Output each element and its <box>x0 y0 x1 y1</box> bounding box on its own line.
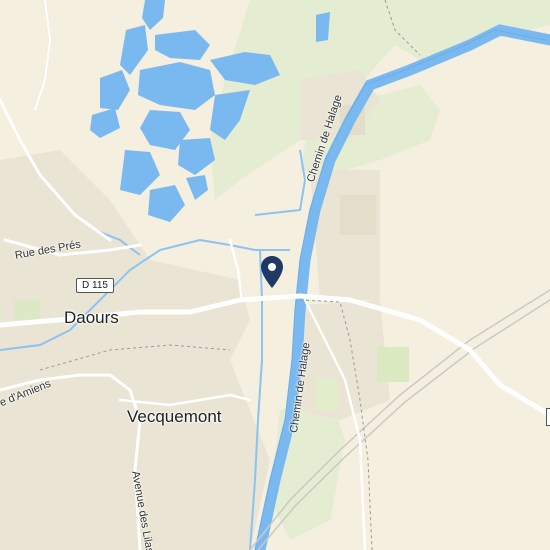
place-label-daours: Daours <box>64 308 119 327</box>
edge-marker <box>546 408 550 426</box>
place-label-vecquemont: Vecquemont <box>127 407 222 426</box>
route-shield-d115: D 115 <box>76 278 114 293</box>
map-view[interactable]: Daours Vecquemont Rue des Prés D 115 Che… <box>0 0 550 550</box>
